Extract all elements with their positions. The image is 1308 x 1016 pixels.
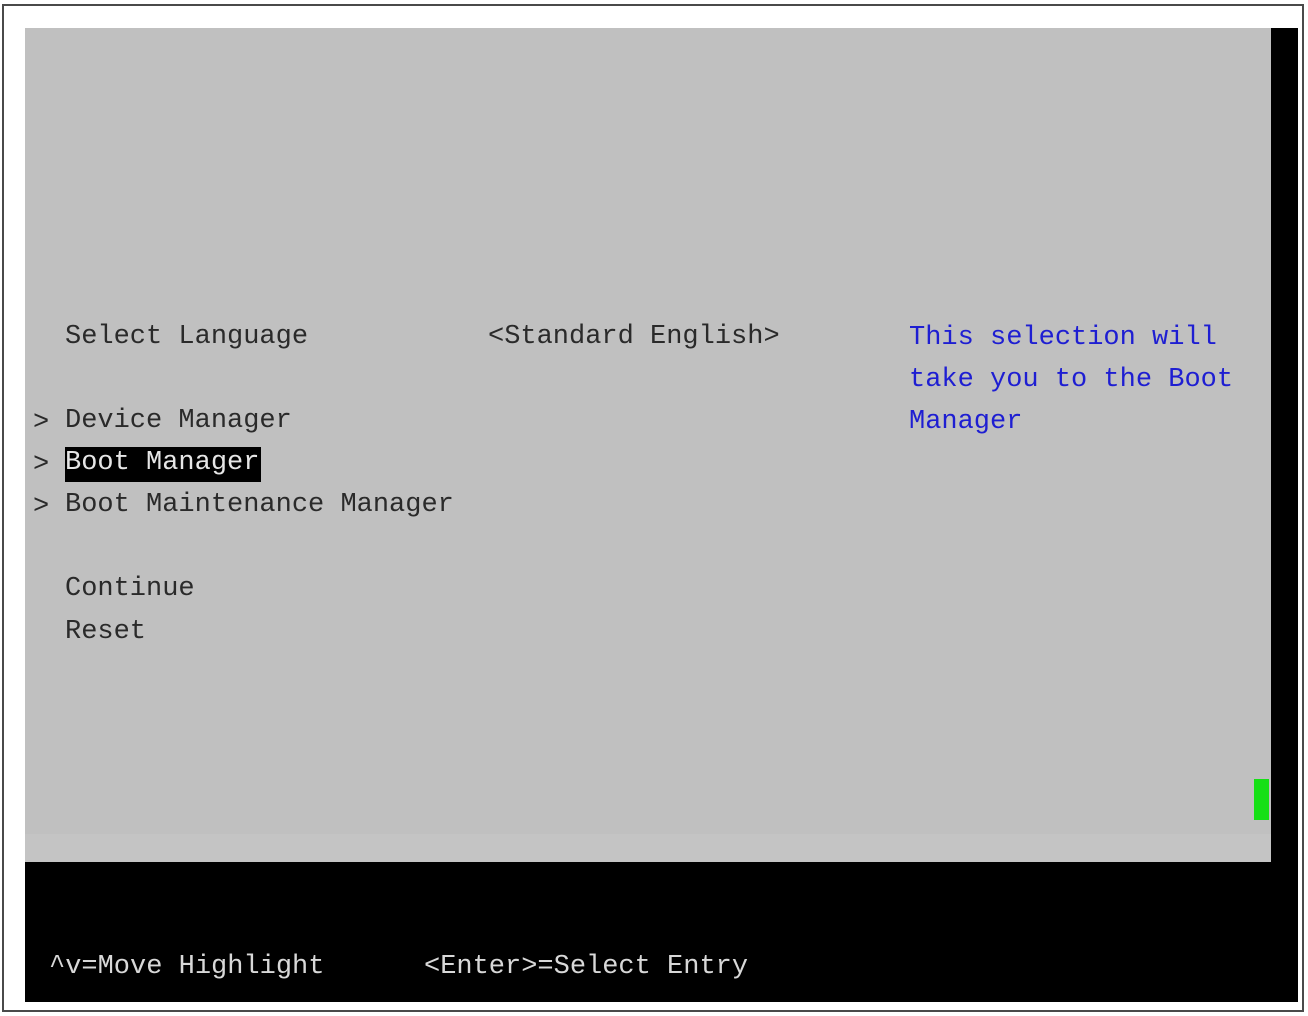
menu-item-label-highlighted: Boot Manager [65, 447, 262, 482]
menu-item-label: Boot Maintenance Manager [65, 490, 454, 520]
screenshot-frame: Select Language <Standard English> > Dev… [2, 4, 1304, 1012]
bios-screen: Select Language <Standard English> > Dev… [25, 28, 1298, 1002]
submenu-arrow-icon: > [33, 450, 50, 480]
select-language-label: Select Language [65, 322, 309, 352]
footer-select-entry-hint: <Enter>=Select Entry [424, 952, 749, 982]
menu-item-label: Device Manager [65, 406, 292, 436]
submenu-arrow-icon: > [33, 492, 50, 522]
submenu-arrow-icon: > [33, 408, 50, 438]
language-value-selector[interactable]: <Standard English> [488, 324, 780, 351]
setup-menu-area: Select Language <Standard English> > Dev… [25, 28, 1271, 862]
menu-item-reset[interactable]: Reset [65, 619, 146, 646]
menu-item-continue[interactable]: Continue [65, 576, 195, 603]
footer-move-highlight-hint: ^v=Move Highlight [49, 952, 325, 982]
green-cursor-block [1254, 779, 1269, 820]
help-text: This selection will take you to the Boot… [909, 323, 1234, 437]
